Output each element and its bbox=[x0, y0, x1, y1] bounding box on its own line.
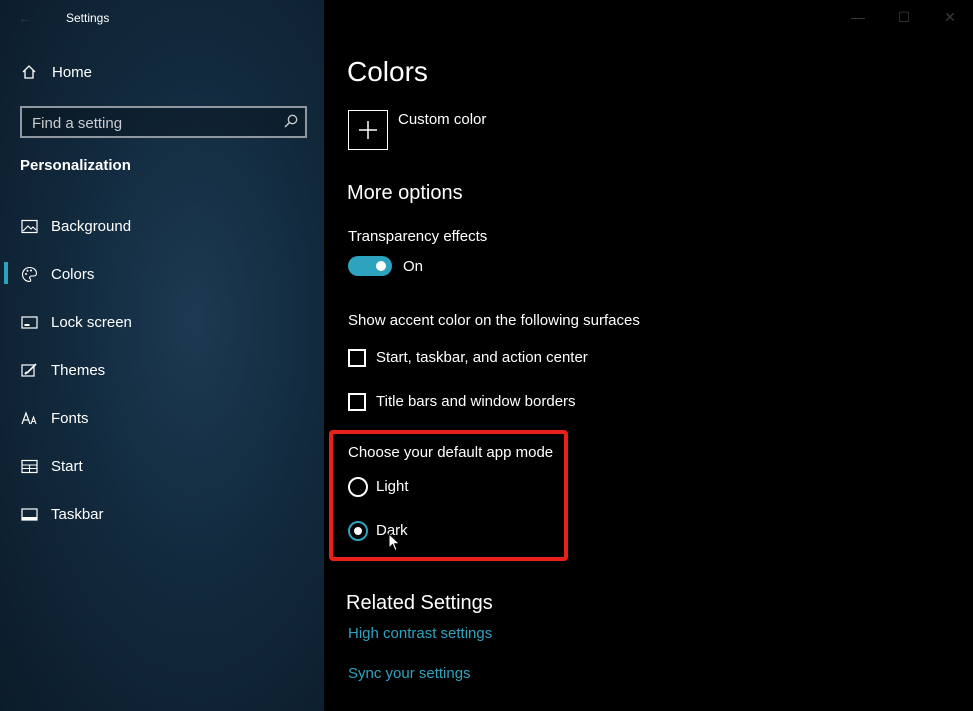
checkbox-start-taskbar[interactable] bbox=[348, 349, 366, 367]
back-arrow-icon[interactable]: ← bbox=[18, 10, 32, 26]
start-grid-icon bbox=[20, 457, 38, 475]
sidebar-item-background[interactable]: Background bbox=[20, 214, 131, 238]
transparency-state: On bbox=[403, 258, 424, 275]
active-indicator bbox=[4, 262, 8, 284]
close-button[interactable]: ✕ bbox=[927, 0, 973, 34]
sidebar-item-label: Colors bbox=[51, 265, 95, 283]
transparency-label: Transparency effects bbox=[348, 228, 488, 245]
sidebar-item-label: Lock screen bbox=[51, 313, 132, 331]
themes-brush-icon bbox=[20, 361, 38, 379]
sidebar-item-label: Taskbar bbox=[51, 505, 104, 523]
settings-window: ← Settings Home Personalization Backgrou… bbox=[0, 0, 973, 711]
window-controls: — ☐ ✕ bbox=[835, 0, 973, 34]
palette-icon bbox=[20, 265, 38, 283]
plus-icon bbox=[359, 121, 377, 139]
minimize-button[interactable]: — bbox=[835, 0, 881, 34]
font-icon bbox=[20, 409, 38, 427]
sidebar-item-label: Start bbox=[51, 457, 83, 475]
sidebar-item-label: Background bbox=[51, 217, 132, 235]
sync-settings-link[interactable]: Sync your settings bbox=[348, 665, 471, 682]
maximize-button[interactable]: ☐ bbox=[881, 0, 927, 34]
search-box[interactable] bbox=[20, 106, 307, 138]
sidebar-item-colors[interactable]: Colors bbox=[20, 262, 94, 286]
radio-dark[interactable] bbox=[348, 521, 368, 541]
sidebar-item-start[interactable]: Start bbox=[20, 454, 83, 478]
more-options-heading: More options bbox=[347, 182, 463, 204]
sidebar-item-fonts[interactable]: Fonts bbox=[20, 406, 89, 430]
sidebar-item-label: Themes bbox=[51, 361, 106, 379]
home-icon bbox=[20, 63, 38, 81]
checkbox-label[interactable]: Start, taskbar, and action center bbox=[376, 349, 588, 366]
search-input[interactable] bbox=[22, 108, 274, 138]
accent-surfaces-label: Show accent color on the following surfa… bbox=[348, 312, 640, 329]
page-title: Colors bbox=[347, 56, 428, 87]
radio-selected-dot bbox=[354, 527, 362, 535]
taskbar-icon bbox=[20, 505, 38, 523]
sidebar-item-label: Fonts bbox=[51, 409, 89, 427]
window-title: Settings bbox=[66, 11, 110, 25]
radio-light[interactable] bbox=[348, 477, 368, 497]
custom-color-label[interactable]: Custom color bbox=[398, 111, 486, 128]
checkbox-label[interactable]: Title bars and window borders bbox=[376, 393, 576, 410]
section-heading: Personalization bbox=[20, 157, 131, 174]
sidebar: ← Settings Home Personalization Backgrou… bbox=[0, 0, 324, 711]
radio-label[interactable]: Light bbox=[376, 478, 409, 495]
main-content: — ☐ ✕ Colors Custom color More options T… bbox=[324, 0, 973, 711]
custom-color-button[interactable] bbox=[348, 110, 388, 150]
sidebar-item-taskbar[interactable]: Taskbar bbox=[20, 502, 104, 526]
related-settings-heading: Related Settings bbox=[346, 592, 493, 614]
high-contrast-link[interactable]: High contrast settings bbox=[348, 625, 492, 642]
mouse-cursor-icon bbox=[388, 533, 401, 552]
app-mode-label: Choose your default app mode bbox=[348, 444, 554, 461]
lock-screen-icon bbox=[20, 313, 38, 331]
search-icon[interactable] bbox=[283, 113, 299, 134]
sidebar-item-themes[interactable]: Themes bbox=[20, 358, 105, 382]
checkbox-title-bars[interactable] bbox=[348, 393, 366, 411]
transparency-toggle[interactable] bbox=[348, 256, 392, 276]
toggle-knob bbox=[376, 261, 386, 271]
sidebar-item-lock-screen[interactable]: Lock screen bbox=[20, 310, 132, 334]
picture-icon bbox=[20, 217, 38, 235]
sidebar-item-home[interactable]: Home bbox=[20, 63, 92, 81]
sidebar-item-label: Home bbox=[52, 63, 93, 81]
